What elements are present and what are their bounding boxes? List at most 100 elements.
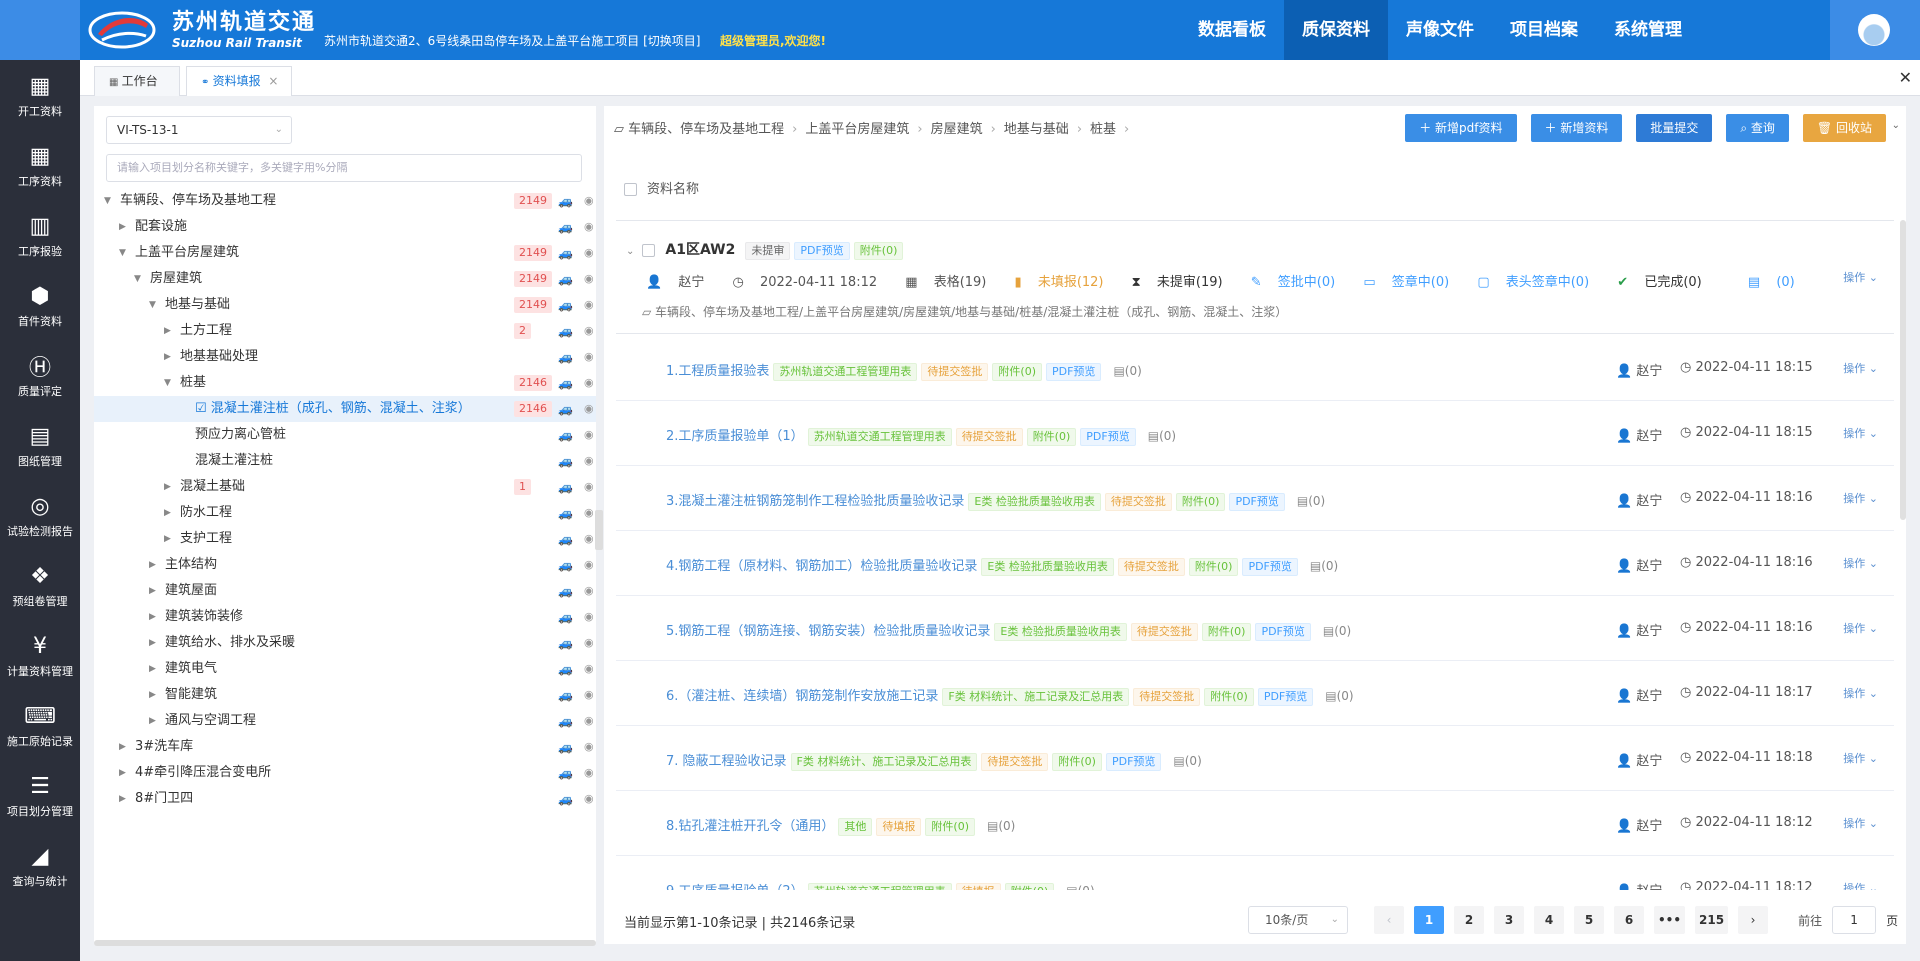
page-number-button[interactable]: 2 xyxy=(1454,906,1484,934)
document-title-link[interactable]: 8.钻孔灌注桩开孔令（通用） xyxy=(666,819,834,834)
document-tag[interactable]: 附件(0) xyxy=(992,362,1042,381)
document-tag[interactable]: PDF预览 xyxy=(1242,557,1298,576)
row-operation-button[interactable]: 操作 ⌄ xyxy=(1843,620,1878,636)
comment-count[interactable]: ▤(0) xyxy=(1297,494,1325,508)
eye-icon[interactable]: ◉ xyxy=(584,760,594,786)
tab-workbench[interactable]: ▦ 工作台 xyxy=(94,66,180,96)
caret-right-icon[interactable]: ▶ xyxy=(149,552,156,578)
vehicle-icon[interactable]: 🚙 xyxy=(558,370,573,396)
tree-node[interactable]: ▼ 房屋建筑 2149 🚙 ◉ xyxy=(94,266,596,292)
leftnav-item[interactable]: ◎ 试验检测报告 xyxy=(0,480,80,550)
caret-right-icon[interactable]: ▶ xyxy=(119,734,126,760)
tree-node[interactable]: ▶ 3#洗车库 🚙 ◉ xyxy=(94,734,596,760)
eye-icon[interactable]: ◉ xyxy=(584,578,594,604)
project-name[interactable]: 苏州市轨道交通2、6号线桑田岛停车场及上盖平台施工项目 [切换项目] xyxy=(324,32,700,49)
vehicle-icon[interactable]: 🚙 xyxy=(558,188,573,214)
tree-node[interactable]: ▶ 防水工程 🚙 ◉ xyxy=(94,500,596,526)
eye-icon[interactable]: ◉ xyxy=(584,266,594,292)
caret-right-icon[interactable]: ▶ xyxy=(149,604,156,630)
eye-icon[interactable]: ◉ xyxy=(584,422,594,448)
vehicle-icon[interactable]: 🚙 xyxy=(558,682,573,708)
tree-node[interactable]: ▶ 建筑屋面 🚙 ◉ xyxy=(94,578,596,604)
eye-icon[interactable]: ◉ xyxy=(584,396,594,422)
leftnav-item[interactable]: ▦ 开工资料 xyxy=(0,60,80,130)
close-all-icon[interactable]: ✕ xyxy=(1899,68,1912,87)
page-number-button[interactable]: 215 xyxy=(1695,906,1729,934)
leftnav-item[interactable]: ⌨ 施工原始记录 xyxy=(0,690,80,760)
vehicle-icon[interactable]: 🚙 xyxy=(558,526,573,552)
document-tag[interactable]: PDF预览 xyxy=(1255,622,1311,641)
leftnav-item[interactable]: ¥ 计量资料管理 xyxy=(0,620,80,690)
document-tag[interactable]: 附件(0) xyxy=(925,817,975,836)
eye-icon[interactable]: ◉ xyxy=(584,526,594,552)
tree-node[interactable]: ▼ 桩基 2146 🚙 ◉ xyxy=(94,370,596,396)
caret-right-icon[interactable]: ▶ xyxy=(164,474,171,500)
eye-icon[interactable]: ◉ xyxy=(584,682,594,708)
eye-icon[interactable]: ◉ xyxy=(584,656,594,682)
panel-splitter-handle[interactable] xyxy=(595,510,603,550)
leftnav-item[interactable]: ❖ 预组卷管理 xyxy=(0,550,80,620)
leftnav-item[interactable]: ◢ 查询与统计 xyxy=(0,830,80,900)
comment-count[interactable]: ▤(0) xyxy=(1323,624,1351,638)
add-pdf-button[interactable]: ＋ 新增pdf资料 xyxy=(1405,114,1517,142)
attachment-tag[interactable]: 附件(0) xyxy=(853,241,904,260)
vehicle-icon[interactable]: 🚙 xyxy=(558,292,573,318)
caret-down-icon[interactable]: ▼ xyxy=(134,266,141,292)
caret-right-icon[interactable]: ▶ xyxy=(149,578,156,604)
tree-node[interactable]: ▶ 地基基础处理 🚙 ◉ xyxy=(94,344,596,370)
chevron-down-icon[interactable]: ⌄ xyxy=(1892,120,1900,131)
goto-page-input[interactable]: 1 xyxy=(1832,906,1877,934)
vehicle-icon[interactable]: 🚙 xyxy=(558,318,573,344)
pdf-preview-tag[interactable]: PDF预览 xyxy=(794,241,850,260)
document-title-link[interactable]: 4.钢筋工程（原材料、钢筋加工）检验批质量验收记录 xyxy=(666,559,977,574)
topnav-project-archive[interactable]: 项目档案 xyxy=(1492,0,1596,60)
tree-node[interactable]: ▶ 8#门卫四 🚙 ◉ xyxy=(94,786,596,812)
tree-node[interactable]: 预应力离心管桩 🚙 ◉ xyxy=(94,422,596,448)
document-title-link[interactable]: 5.钢筋工程（钢筋连接、钢筋安装）检验批质量验收记录 xyxy=(666,624,990,639)
eye-icon[interactable]: ◉ xyxy=(584,188,594,214)
row-operation-button[interactable]: 操作 ⌄ xyxy=(1843,555,1878,571)
close-icon[interactable]: × xyxy=(268,74,278,88)
eye-icon[interactable]: ◉ xyxy=(584,240,594,266)
prev-page-button[interactable]: ‹ xyxy=(1374,906,1404,934)
vehicle-icon[interactable]: 🚙 xyxy=(558,708,573,734)
breadcrumb-item[interactable]: 车辆段、停车场及基地工程 xyxy=(628,122,784,137)
breadcrumb-item[interactable]: 房屋建筑 xyxy=(931,122,983,137)
vehicle-icon[interactable]: 🚙 xyxy=(558,630,573,656)
add-document-button[interactable]: ＋ 新增资料 xyxy=(1530,114,1623,142)
topnav-system-admin[interactable]: 系统管理 xyxy=(1596,0,1700,60)
vehicle-icon[interactable]: 🚙 xyxy=(558,760,573,786)
tree-node[interactable]: ▶ 配套设施 🚙 ◉ xyxy=(94,214,596,240)
vehicle-icon[interactable]: 🚙 xyxy=(558,344,573,370)
vehicle-icon[interactable]: 🚙 xyxy=(558,474,573,500)
leftnav-item[interactable]: ▥ 工序报验 xyxy=(0,200,80,270)
document-tag[interactable]: PDF预览 xyxy=(1080,427,1136,446)
vehicle-icon[interactable]: 🚙 xyxy=(558,266,573,292)
tree-node[interactable]: ▼ 上盖平台房屋建筑 2149 🚙 ◉ xyxy=(94,240,596,266)
caret-right-icon[interactable]: ▶ xyxy=(164,526,171,552)
eye-icon[interactable]: ◉ xyxy=(584,474,594,500)
comment-count[interactable]: ▤(0) xyxy=(1325,689,1353,703)
caret-right-icon[interactable]: ▶ xyxy=(164,500,171,526)
tree-node[interactable]: ▶ 建筑给水、排水及采暖 🚙 ◉ xyxy=(94,630,596,656)
document-title-link[interactable]: 2.工序质量报验单（1） xyxy=(666,429,804,444)
tree-node[interactable]: ▶ 主体结构 🚙 ◉ xyxy=(94,552,596,578)
caret-right-icon[interactable]: ▶ xyxy=(164,318,171,344)
tree-search-input[interactable]: 请输入项目划分名称关键字，多关键字用%分隔 xyxy=(106,154,582,182)
document-tag[interactable]: 附件(0) xyxy=(1201,622,1252,641)
topnav-media-files[interactable]: 声像文件 xyxy=(1388,0,1492,60)
row-operation-button[interactable]: 操作 ⌄ xyxy=(1843,490,1878,506)
vehicle-icon[interactable]: 🚙 xyxy=(558,448,573,474)
breadcrumb-item[interactable]: 桩基 xyxy=(1090,122,1116,137)
vehicle-icon[interactable]: 🚙 xyxy=(558,578,573,604)
row-operation-button[interactable]: 操作 ⌄ xyxy=(1843,360,1878,376)
caret-right-icon[interactable]: ▶ xyxy=(149,656,156,682)
vehicle-icon[interactable]: 🚙 xyxy=(558,422,573,448)
query-button[interactable]: ⌕ 查询 xyxy=(1726,114,1789,142)
caret-right-icon[interactable]: ▶ xyxy=(149,682,156,708)
eye-icon[interactable]: ◉ xyxy=(584,708,594,734)
leftnav-item[interactable]: ☰ 项目划分管理 xyxy=(0,760,80,830)
tree-node[interactable]: ▶ 混凝土基础 1 🚙 ◉ xyxy=(94,474,596,500)
row-operation-button[interactable]: 操作 ⌄ xyxy=(1843,685,1878,701)
document-tag[interactable]: 附件(0) xyxy=(1052,752,1102,771)
